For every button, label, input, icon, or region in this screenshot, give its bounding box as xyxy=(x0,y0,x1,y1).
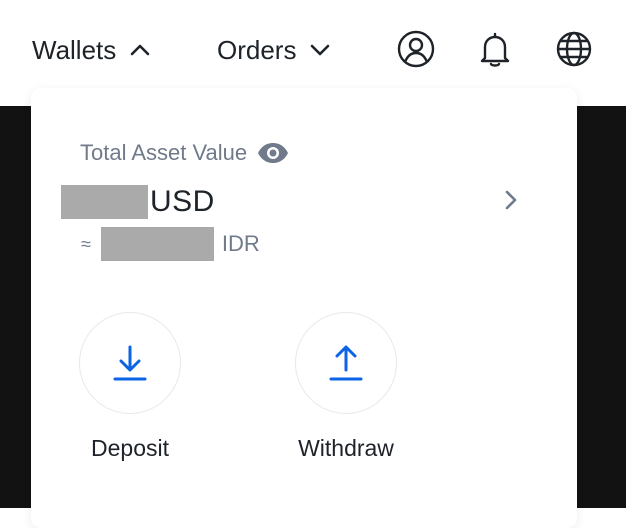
globe-icon xyxy=(556,31,592,67)
chevron-down-icon xyxy=(311,44,330,56)
withdraw-label: Withdraw xyxy=(298,435,394,461)
bell-icon xyxy=(480,32,510,67)
approx-value-row: ≈ IDR xyxy=(81,227,260,261)
nav-orders-label: Orders xyxy=(217,34,297,65)
deposit-button[interactable]: Deposit xyxy=(65,312,195,462)
nav-orders[interactable]: Orders xyxy=(217,30,332,70)
user-icon xyxy=(397,30,435,68)
balance-row[interactable]: USD xyxy=(61,184,215,220)
account-button[interactable] xyxy=(397,30,435,68)
chevron-right-icon xyxy=(505,190,517,210)
balance-currency: USD xyxy=(150,185,215,218)
eye-icon[interactable] xyxy=(257,142,289,164)
total-asset-label: Total Asset Value xyxy=(80,140,248,165)
wallets-dropdown: Total Asset Value USD ≈ IDR Deposit With… xyxy=(31,88,577,528)
approx-sign: ≈ xyxy=(81,233,91,254)
withdraw-button[interactable]: Withdraw xyxy=(281,312,411,462)
total-asset-header: Total Asset Value xyxy=(80,140,289,166)
language-button[interactable] xyxy=(555,30,593,68)
approx-currency: IDR xyxy=(221,231,260,256)
deposit-icon-circle[interactable] xyxy=(79,312,181,414)
notifications-button[interactable] xyxy=(476,30,514,68)
withdraw-icon-circle[interactable] xyxy=(295,312,397,414)
redacted-balance xyxy=(61,185,148,219)
upload-icon xyxy=(329,345,363,381)
deposit-label: Deposit xyxy=(91,435,169,461)
view-wallet-button[interactable] xyxy=(497,186,525,214)
chevron-up-icon xyxy=(130,44,150,56)
nav-wallets[interactable]: Wallets xyxy=(32,30,152,70)
redacted-approx-value xyxy=(100,227,214,261)
download-icon xyxy=(113,345,147,381)
nav-wallets-label: Wallets xyxy=(32,34,117,65)
